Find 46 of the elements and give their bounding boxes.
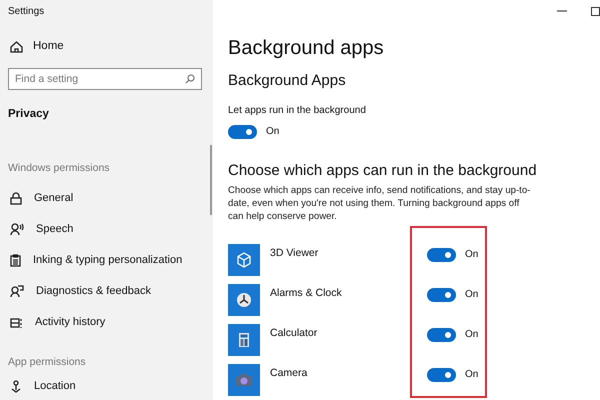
toggle-switch[interactable] <box>427 328 456 342</box>
sidebar-item[interactable]: Speech <box>36 223 74 236</box>
person-pin-icon <box>10 380 22 394</box>
sidebar-item[interactable]: General <box>34 192 74 206</box>
description-text: Choose which apps can receive info, send notifications, and stay up-to-date, even when you're not using them. Turning background apps off can help conserve power. <box>228 184 532 223</box>
clipboard-icon <box>10 254 21 268</box>
scrollbar[interactable] <box>210 145 212 215</box>
toggle-state-label: On <box>266 126 280 138</box>
search-icon <box>185 74 195 84</box>
toggle-state-label: On <box>465 248 478 261</box>
timeline-icon <box>10 316 23 329</box>
group-heading: Windows permissions <box>8 162 110 176</box>
toggle-state-label: On <box>465 328 478 341</box>
toggle-switch[interactable] <box>427 368 456 382</box>
app-name: Calculator <box>270 326 318 340</box>
section-title: Privacy <box>8 107 49 122</box>
sidebar-item[interactable]: Location <box>34 380 76 394</box>
search-field[interactable]: Find a setting <box>8 68 202 90</box>
toggle-state-label: On <box>465 288 478 301</box>
house-icon <box>10 41 23 54</box>
section-heading: Background Apps <box>228 71 346 90</box>
setting-label: Let apps run in the background <box>228 104 366 118</box>
camera-icon <box>235 372 253 387</box>
section-heading: Choose which apps can run in the background <box>228 161 537 180</box>
lock-icon <box>10 192 22 206</box>
minimize-icon[interactable] <box>557 10 567 12</box>
group-heading: App permissions <box>8 356 86 370</box>
toggle-switch[interactable] <box>427 288 456 302</box>
toggle-switch[interactable] <box>228 125 257 140</box>
app-name: 3D Viewer <box>270 246 320 260</box>
home-link[interactable]: Home <box>33 40 64 54</box>
sidebar-item[interactable]: Inking & typing personalization <box>33 254 182 268</box>
clock-icon <box>236 292 252 308</box>
sidebar-item[interactable]: Activity history <box>35 316 106 330</box>
window-title: Settings <box>8 6 44 18</box>
toggle-state-label: On <box>465 368 478 381</box>
calculator-icon <box>238 332 250 348</box>
toggle-switch[interactable] <box>427 248 456 262</box>
cube-icon <box>236 252 252 268</box>
page-title: Background apps <box>228 36 384 61</box>
person-sound-icon <box>10 223 24 236</box>
maximize-icon[interactable] <box>591 6 600 16</box>
sidebar-item[interactable]: Diagnostics & feedback <box>36 285 151 298</box>
person-chat-icon <box>10 285 24 298</box>
app-name: Alarms & Clock <box>270 286 343 300</box>
app-name: Camera <box>270 366 308 380</box>
